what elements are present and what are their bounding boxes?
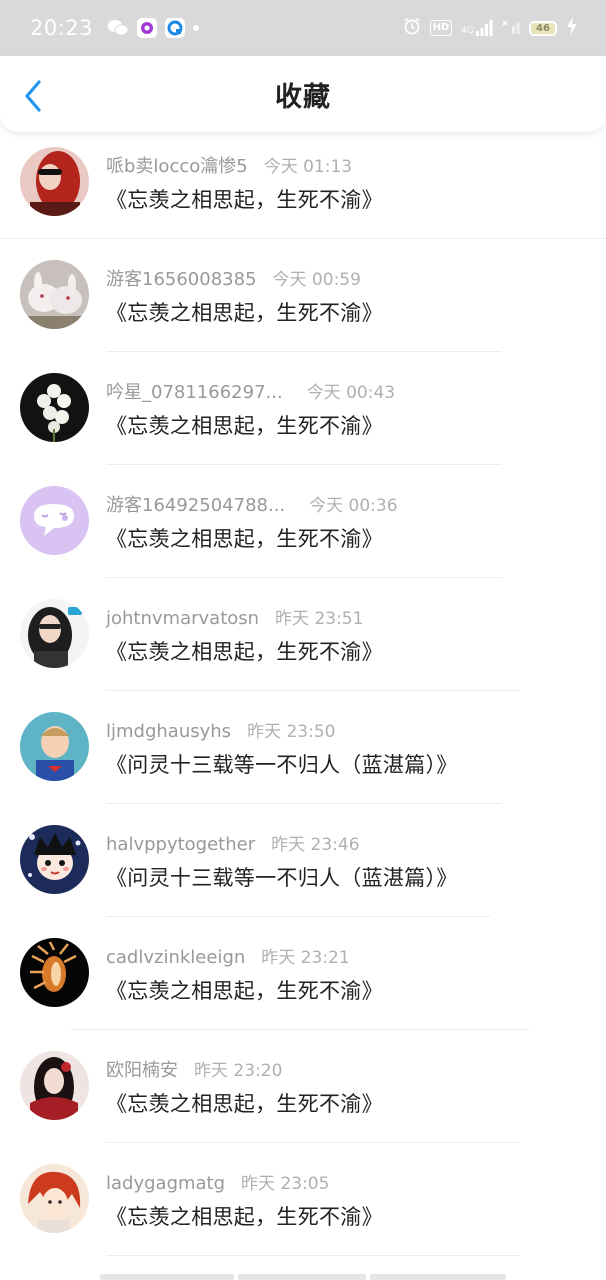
avatar[interactable]	[20, 147, 89, 216]
list-item[interactable]: cadlvzinkleeign 昨天 23:21 《忘羡之相思起，生死不渝》	[0, 923, 606, 1036]
favorites-list: 哌b卖locco瀹惨5 今天 01:13 《忘羡之相思起，生死不渝》 游客1656…	[0, 132, 606, 1262]
network-type: 4G	[461, 26, 474, 36]
browser-app-icon	[165, 18, 186, 38]
list-item[interactable]: ljmdghausyhs 昨天 23:50 《问灵十三载等一不归人（蓝湛篇）》	[0, 697, 606, 810]
username: 游客16492504788...	[106, 495, 286, 516]
scroll-hint-bar	[100, 1274, 234, 1280]
story-title: 《忘羡之相思起，生死不渝》	[106, 301, 383, 325]
avatar[interactable]	[20, 825, 89, 894]
page-title: 收藏	[275, 81, 331, 113]
timestamp: 昨天 23:50	[247, 722, 336, 742]
avatar[interactable]	[20, 712, 89, 781]
scroll-hint-bar	[370, 1274, 506, 1280]
back-button[interactable]	[18, 78, 48, 114]
list-item[interactable]: johtnvmarvatosn 昨天 23:51 《忘羡之相思起，生死不渝》	[0, 584, 606, 697]
avatar[interactable]	[20, 938, 89, 1007]
divider	[106, 803, 502, 804]
status-time: 20:23	[30, 16, 94, 40]
divider	[0, 238, 606, 239]
list-item[interactable]: 游客1656008385 今天 00:59 《忘羡之相思起，生死不渝》	[0, 245, 606, 358]
avatar[interactable]	[20, 599, 89, 668]
avatar[interactable]	[20, 260, 89, 329]
username: ljmdghausyhs	[106, 721, 232, 742]
story-title: 《忘羡之相思起，生死不渝》	[106, 1092, 383, 1116]
signal-4g-icon: 4G	[461, 20, 493, 36]
timestamp: 今天 00:59	[272, 270, 361, 290]
username: halvppytogether	[106, 834, 256, 855]
list-item[interactable]: 欧阳楠安 昨天 23:20 《忘羡之相思起，生死不渝》	[0, 1036, 606, 1149]
username: ladygagmatg	[106, 1173, 226, 1194]
timestamp: 昨天 23:21	[261, 948, 350, 968]
alarm-icon	[403, 17, 421, 39]
divider	[106, 1255, 520, 1256]
timestamp: 昨天 23:20	[194, 1061, 283, 1081]
divider	[106, 351, 502, 352]
username: 游客1656008385	[106, 269, 257, 290]
avatar[interactable]	[20, 1051, 89, 1120]
timestamp: 今天 01:13	[263, 157, 353, 177]
timestamp: 昨天 23:46	[271, 835, 360, 855]
username: 吟星_0781166297...	[106, 382, 283, 403]
story-title: 《忘羡之相思起，生死不渝》	[106, 188, 383, 212]
timestamp: 今天 00:36	[309, 496, 398, 516]
status-app-icons	[107, 18, 200, 38]
music-app-icon	[137, 18, 158, 38]
story-title: 《问灵十三载等一不归人（蓝湛篇）》	[106, 866, 458, 890]
list-item[interactable]: halvppytogether 昨天 23:46 《问灵十三载等一不归人（蓝湛篇）…	[0, 810, 606, 923]
divider	[106, 916, 490, 917]
story-title: 《忘羡之相思起，生死不渝》	[106, 414, 383, 438]
battery-level: 46	[536, 22, 550, 34]
divider	[106, 577, 502, 578]
timestamp: 昨天 23:51	[275, 609, 364, 629]
timestamp: 今天 00:43	[306, 383, 396, 403]
username: 欧阳楠安	[106, 1060, 178, 1081]
hd-badge: HD	[429, 20, 453, 36]
avatar[interactable]	[20, 373, 89, 442]
username: 哌b卖locco瀹惨5	[106, 156, 248, 177]
status-bar: 20:23 HD 4G 46	[0, 0, 606, 56]
chevron-left-icon	[25, 80, 41, 112]
divider	[106, 1142, 520, 1143]
avatar[interactable]	[20, 486, 89, 555]
story-title: 《问灵十三载等一不归人（蓝湛篇）》	[106, 753, 458, 777]
battery-indicator: 46	[529, 20, 557, 36]
signal-secondary-icon	[502, 18, 520, 38]
list-item[interactable]: 游客16492504788... 今天 00:36 《忘羡之相思起，生死不渝》	[0, 471, 606, 584]
divider	[106, 464, 502, 465]
scroll-hint-bar	[238, 1274, 366, 1280]
avatar[interactable]	[20, 1164, 89, 1233]
list-item[interactable]: 哌b卖locco瀹惨5 今天 01:13 《忘羡之相思起，生死不渝》	[0, 132, 606, 245]
list-item[interactable]: 吟星_0781166297... 今天 00:43 《忘羡之相思起，生死不渝》	[0, 358, 606, 471]
divider	[106, 690, 520, 691]
wechat-icon	[107, 19, 129, 37]
top-bar: 收藏	[0, 56, 606, 132]
timestamp: 昨天 23:05	[241, 1174, 330, 1194]
story-title: 《忘羡之相思起，生死不渝》	[106, 527, 383, 551]
story-title: 《忘羡之相思起，生死不渝》	[106, 640, 383, 664]
notification-dot-icon	[193, 25, 200, 31]
charging-icon	[566, 17, 578, 39]
username: cadlvzinkleeign	[106, 947, 246, 968]
status-indicators: HD 4G 46	[403, 17, 578, 39]
story-title: 《忘羡之相思起，生死不渝》	[106, 979, 383, 1003]
list-item[interactable]: ladygagmatg 昨天 23:05 《忘羡之相思起，生死不渝》	[0, 1149, 606, 1262]
divider	[70, 1029, 530, 1030]
username: johtnvmarvatosn	[106, 608, 260, 629]
story-title: 《忘羡之相思起，生死不渝》	[106, 1205, 383, 1229]
screen: 20:23 HD 4G 46 收藏 哌b卖locco瀹惨5 今天 01:13 《…	[0, 0, 606, 1280]
